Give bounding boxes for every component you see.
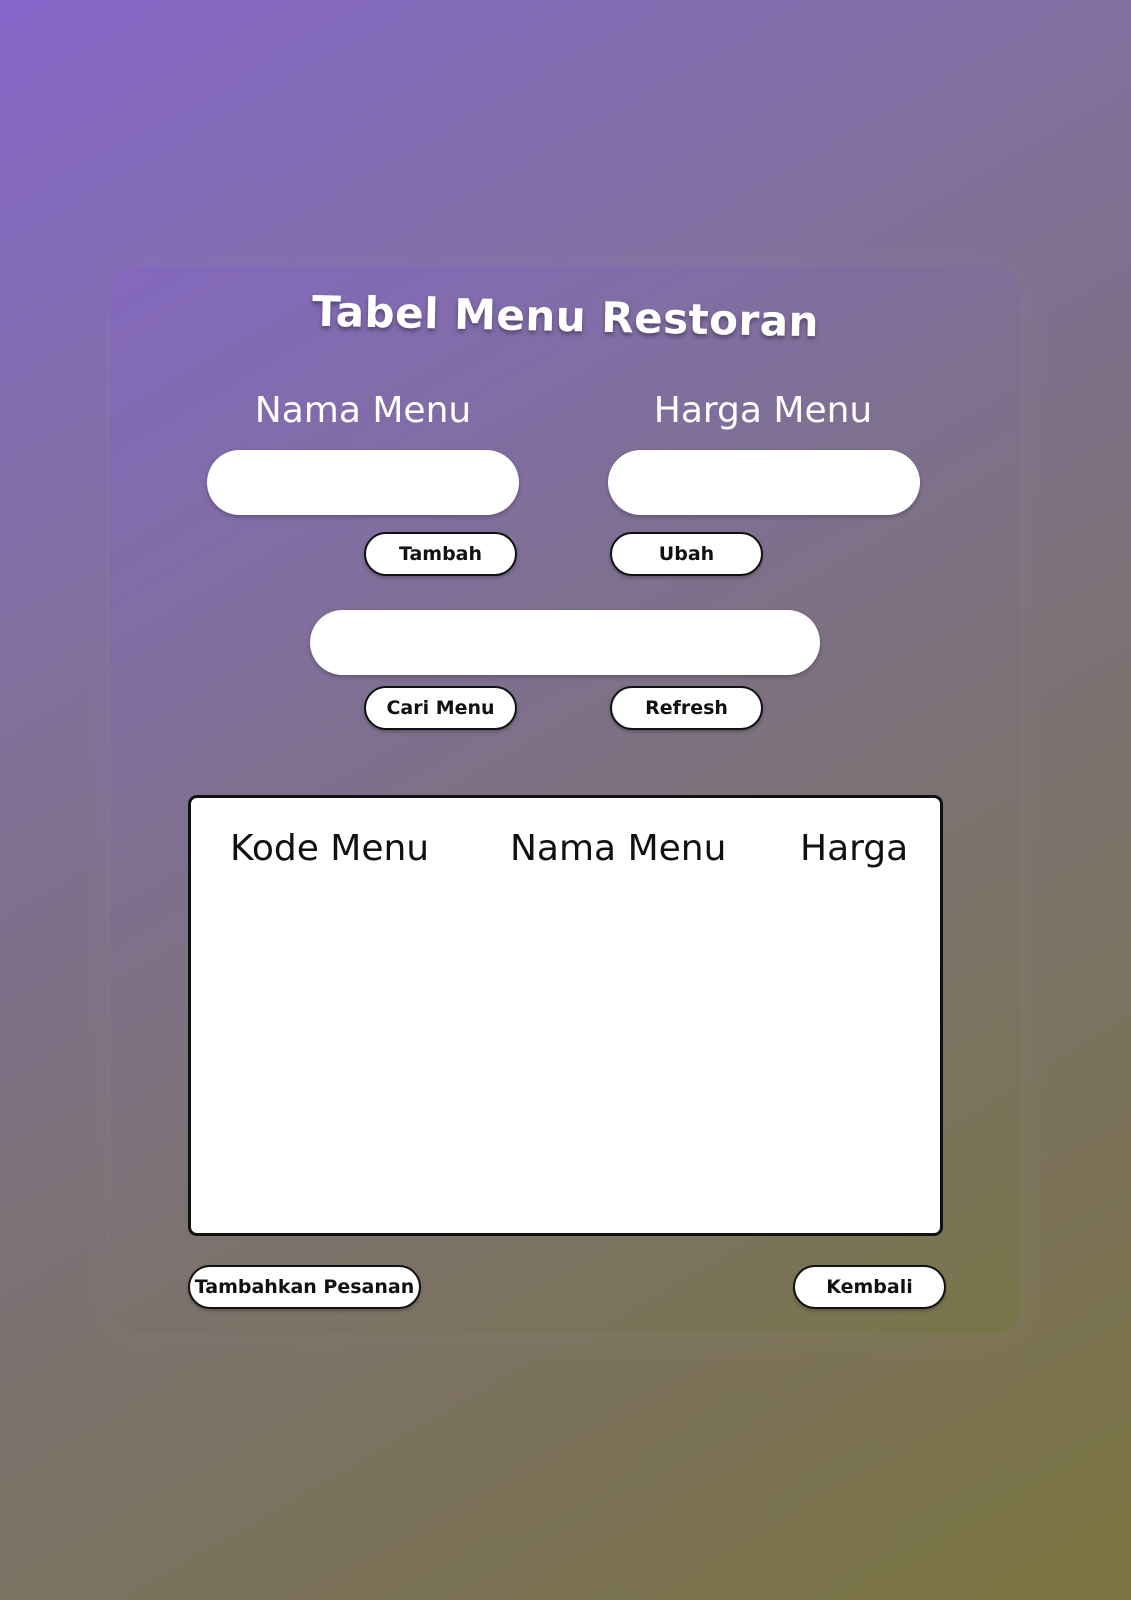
nama-menu-label: Nama Menu <box>254 390 472 431</box>
search-input[interactable] <box>310 610 820 675</box>
kembali-button[interactable]: Kembali <box>793 1265 946 1309</box>
column-header-harga: Harga <box>800 828 909 869</box>
refresh-button[interactable]: Refresh <box>610 686 763 730</box>
harga-menu-input[interactable] <box>608 450 920 515</box>
cari-menu-button[interactable]: Cari Menu <box>364 686 517 730</box>
nama-menu-input[interactable] <box>207 450 519 515</box>
menu-table[interactable]: Kode Menu Nama Menu Harga <box>188 795 943 1236</box>
tambahkan-pesanan-button[interactable]: Tambahkan Pesanan <box>188 1265 421 1309</box>
ubah-button[interactable]: Ubah <box>610 532 763 576</box>
column-header-nama-menu: Nama Menu <box>510 828 727 869</box>
column-header-kode-menu: Kode Menu <box>230 828 430 869</box>
harga-menu-label: Harga Menu <box>653 390 873 431</box>
tambah-button[interactable]: Tambah <box>364 532 517 576</box>
